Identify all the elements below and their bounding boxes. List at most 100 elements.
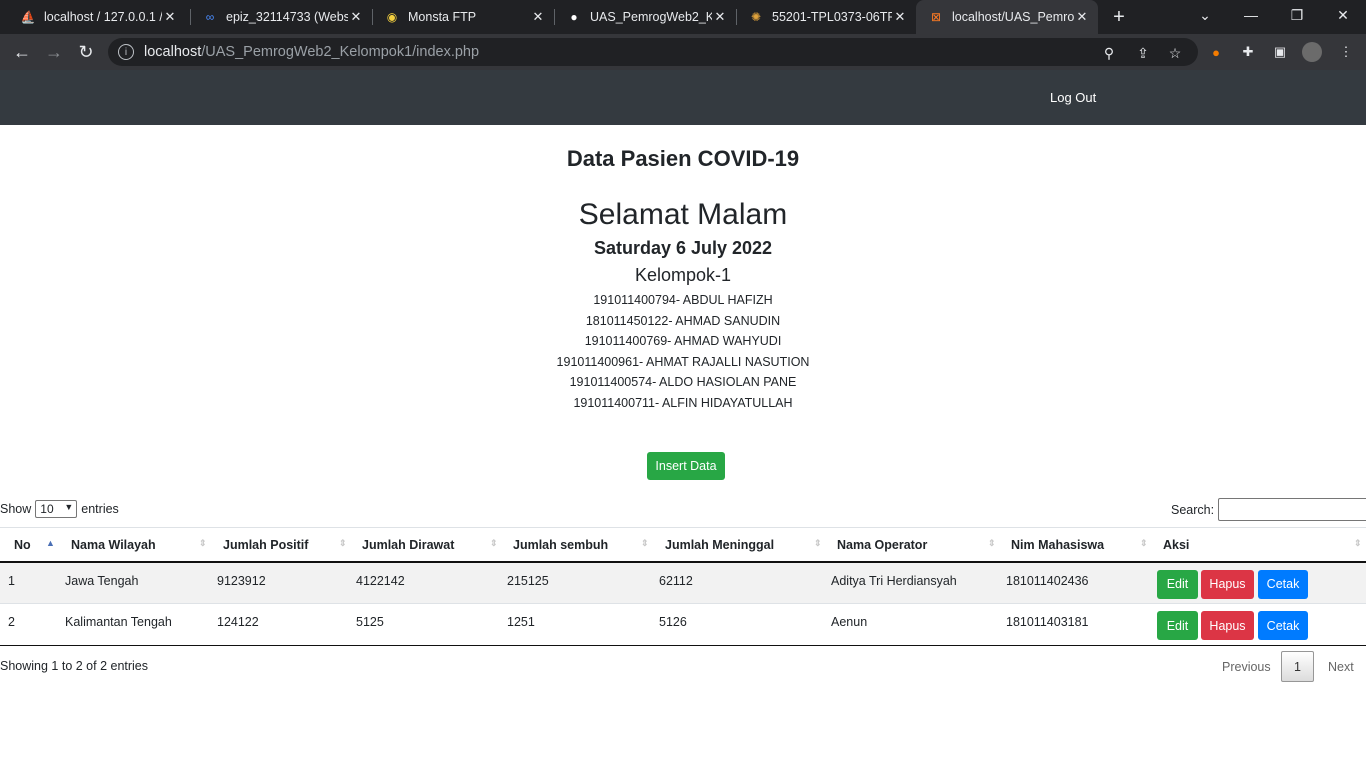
sort-icon: ⇕: [199, 538, 207, 548]
zoom-icon[interactable]: ⚲: [1100, 44, 1118, 62]
tab-infinityfree[interactable]: ∞ epiz_32114733 (Websi ✕: [190, 0, 372, 34]
close-icon[interactable]: ✕: [1074, 9, 1090, 25]
browser-toolbar: ← → ↻ i localhost/UAS_PemrogWeb2_Kelompo…: [0, 34, 1366, 70]
tab-search-icon[interactable]: ⌄: [1182, 0, 1228, 30]
entries-length-control: Show 10 ▼ entries: [0, 500, 119, 518]
search-label: Search:: [1171, 502, 1215, 517]
cell-sembuh: 1251: [501, 603, 653, 646]
column-header-aksi[interactable]: Aksi ⇕: [1152, 527, 1366, 563]
edit-button[interactable]: Edit: [1157, 611, 1198, 640]
sort-icon: ⇕: [641, 538, 649, 548]
close-icon[interactable]: ✕: [712, 9, 728, 25]
column-header-jumlah-sembuh[interactable]: Jumlah sembuh ⇕: [501, 527, 653, 563]
member-item: 191011400794- ABDUL HAFIZH: [593, 293, 773, 307]
tab-tpl[interactable]: ✺ 55201-TPL0373-06TPL ✕: [736, 0, 916, 34]
column-header-nama-wilayah[interactable]: Nama Wilayah ⇕: [59, 527, 211, 563]
top-navbar: Log Out: [0, 70, 1366, 125]
back-arrow-icon[interactable]: ←: [8, 38, 36, 66]
search-input[interactable]: [1218, 498, 1366, 521]
cell-text: 1251: [507, 615, 535, 629]
tab-active-localhost[interactable]: ⊠ localhost/UAS_Pemrog ✕: [916, 0, 1098, 34]
cell-text: Jawa Tengah: [65, 573, 139, 588]
column-header-nama-operator[interactable]: Nama Operator ⇕: [825, 527, 1000, 563]
cetak-button[interactable]: Cetak: [1258, 611, 1308, 640]
side-panel-icon[interactable]: ▣: [1271, 43, 1289, 61]
tab-monsta-ftp[interactable]: ◉ Monsta FTP ✕: [372, 0, 554, 34]
cell-text: 4122142: [356, 573, 405, 588]
close-icon[interactable]: ✕: [892, 9, 908, 25]
table-header-row: No ▲ Nama Wilayah ⇕ Jumlah Positif ⇕ Jumlah…: [0, 527, 1366, 563]
cell-text: 124122: [217, 615, 259, 629]
tab-phpmyadmin[interactable]: ⛵ localhost / 127.0.0.1 / ✕: [8, 0, 186, 34]
puzzle-icon[interactable]: ✚: [1239, 43, 1257, 61]
restore-icon[interactable]: ❐: [1274, 0, 1320, 30]
share-icon[interactable]: ⇪: [1134, 44, 1152, 62]
bookmark-star-icon[interactable]: ☆: [1166, 44, 1184, 62]
entries-select[interactable]: 10 ▼: [35, 500, 78, 518]
column-header-no[interactable]: No ▲: [0, 527, 59, 563]
close-icon[interactable]: ✕: [162, 9, 178, 25]
hapus-button[interactable]: Hapus: [1201, 569, 1254, 599]
column-header-nim-mahasiswa[interactable]: Nim Mahasiswa ⇕: [1000, 527, 1152, 563]
cell-aksi: Edit Hapus Cetak: [1152, 603, 1366, 646]
infinityfree-icon: ∞: [205, 10, 215, 24]
extension-icon[interactable]: ●: [1207, 43, 1225, 61]
cell-text: 2: [8, 615, 15, 629]
site-info-icon[interactable]: i: [118, 44, 134, 60]
next-page-button[interactable]: Next: [1328, 660, 1354, 674]
column-label: Jumlah sembuh: [513, 538, 609, 552]
cell-text: 5126: [659, 615, 687, 629]
column-label: Nama Operator: [837, 538, 928, 552]
current-date: Saturday 6 July 2022: [593, 238, 773, 258]
column-header-jumlah-dirawat[interactable]: Jumlah Dirawat ⇕: [350, 527, 501, 563]
column-header-jumlah-positif[interactable]: Jumlah Positif ⇕: [211, 527, 350, 563]
sort-asc-icon: ▲: [46, 538, 55, 548]
hapus-button[interactable]: Hapus: [1201, 611, 1254, 640]
address-bar[interactable]: i localhost/UAS_PemrogWeb2_Kelompok1/ind…: [108, 38, 1198, 66]
insert-data-button[interactable]: Insert Data: [647, 452, 725, 480]
minimize-icon[interactable]: —: [1228, 0, 1274, 30]
avatar[interactable]: [1302, 42, 1322, 62]
tab-title: epiz_32114733 (Websi: [226, 10, 348, 24]
column-header-jumlah-meninggal[interactable]: Jumlah Meninggal ⇕: [653, 527, 825, 563]
table-row: 2 Kalimantan Tengah 124122 5125 1251 512…: [0, 603, 1366, 646]
edit-button[interactable]: Edit: [1157, 569, 1198, 599]
logout-link[interactable]: Log Out: [1050, 90, 1096, 105]
show-label: Show: [0, 502, 32, 516]
column-label: No: [14, 538, 31, 552]
sort-icon: ⇕: [988, 538, 996, 548]
column-label: Nim Mahasiswa: [1011, 538, 1105, 552]
cell-aksi: Edit Hapus Cetak: [1152, 561, 1366, 604]
entries-label: entries: [81, 502, 119, 516]
tab-title: localhost / 127.0.0.1 /: [44, 10, 162, 24]
cookie-icon: ✺: [750, 10, 762, 24]
page: Log Out Data Pasien COVID-19 Selamat Mal…: [0, 70, 1366, 768]
monsta-icon: ◉: [386, 10, 398, 24]
cell-text: 5125: [356, 615, 384, 629]
url-text: localhost/UAS_PemrogWeb2_Kelompok1/index…: [144, 44, 479, 60]
cetak-button[interactable]: Cetak: [1258, 569, 1308, 599]
tab-github[interactable]: ● UAS_PemrogWeb2_Ke ✕: [554, 0, 736, 34]
cell-text: 62112: [659, 573, 693, 588]
member-item: 181011450122- AHMAD SANUDIN: [585, 313, 781, 328]
cell-text: 9123912: [217, 573, 266, 588]
sort-icon: ⇕: [1354, 538, 1362, 548]
table-row: 1 Jawa Tengah 9123912 4122142 215125 621…: [0, 561, 1366, 604]
cell-no: 1: [0, 561, 59, 604]
reload-icon[interactable]: ↻: [72, 38, 100, 66]
chevron-down-icon: ▼: [64, 502, 74, 512]
new-tab-button[interactable]: +: [1108, 6, 1130, 28]
xampp-icon: ⊠: [930, 10, 942, 24]
tab-title: 55201-TPL0373-06TPL: [772, 10, 892, 24]
member-item: 191011400574- ALDO HASIOLAN PANE: [569, 375, 797, 389]
close-window-icon[interactable]: ✕: [1320, 0, 1366, 30]
close-icon[interactable]: ✕: [348, 9, 364, 25]
browser-tab-strip: ⛵ localhost / 127.0.0.1 / ✕ ∞ epiz_32114…: [0, 0, 1366, 34]
forward-arrow-icon[interactable]: →: [40, 38, 68, 66]
kebab-menu-icon[interactable]: ⋮: [1337, 43, 1355, 61]
page-1-button[interactable]: 1: [1281, 651, 1314, 682]
previous-page-button[interactable]: Previous: [1222, 660, 1271, 674]
cell-operator: Aditya Tri Herdiansyah: [825, 561, 1000, 604]
cell-text: 1: [8, 573, 15, 588]
close-icon[interactable]: ✕: [530, 9, 546, 25]
